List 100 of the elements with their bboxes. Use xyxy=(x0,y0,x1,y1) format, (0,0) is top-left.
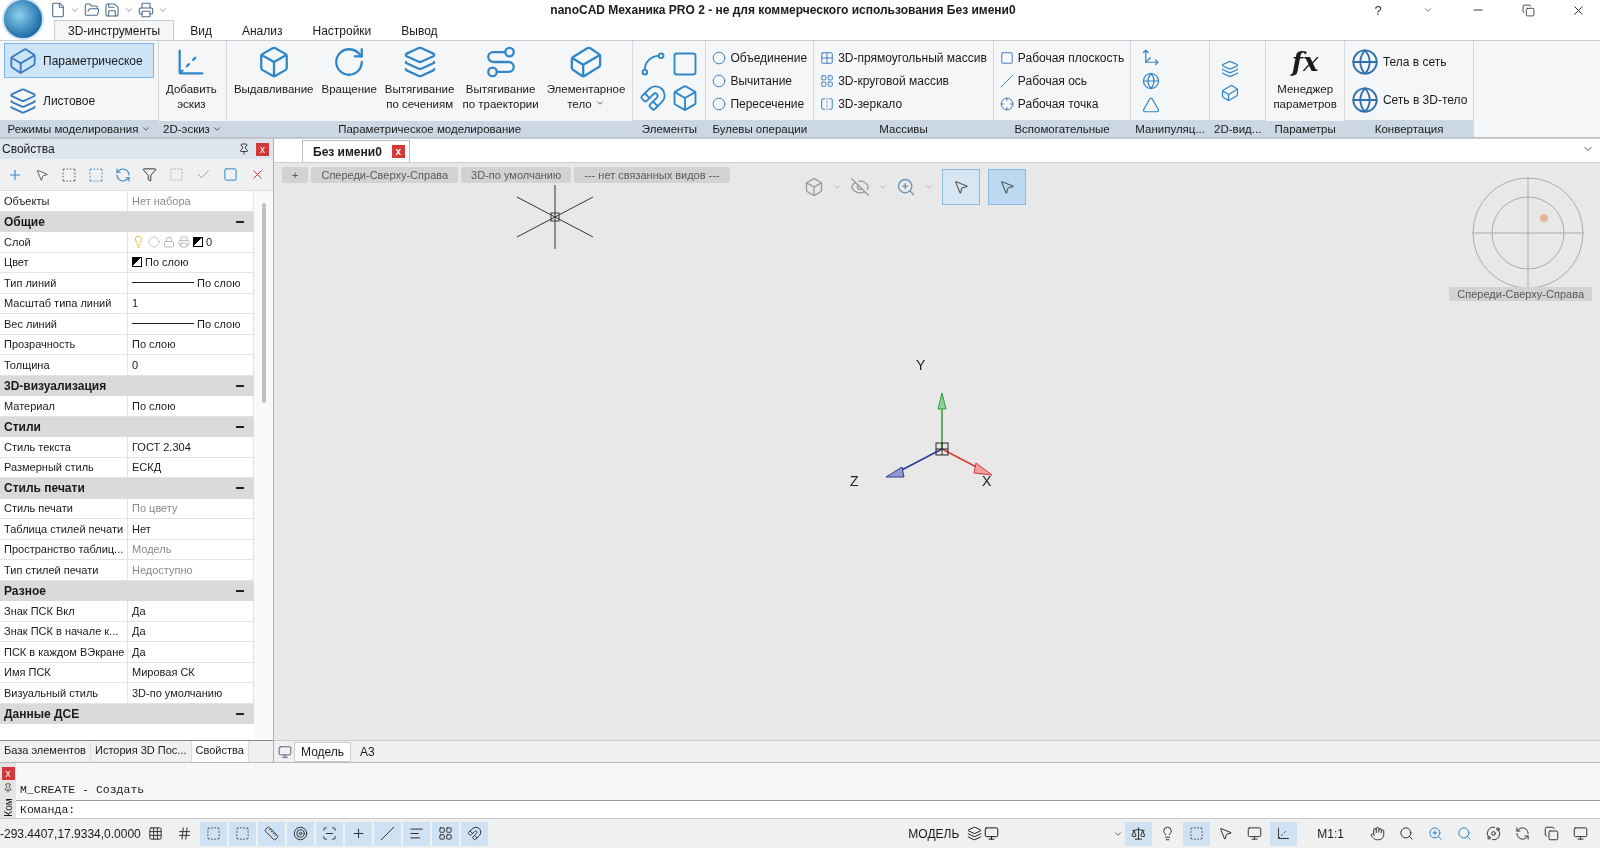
coordinates: -293.4407,17.9334,0.0000 xyxy=(0,826,140,841)
viewport-icon xyxy=(984,826,1000,841)
group-label: Элементы xyxy=(633,120,706,137)
ribbon-button[interactable]: 3D-круговой массив xyxy=(818,71,989,90)
ribbon-button[interactable]: Тела в сеть xyxy=(1348,47,1470,76)
tool-button[interactable] xyxy=(1142,47,1161,66)
ribbon-button[interactable]: Рабочая точка xyxy=(997,94,1127,113)
pin-icon xyxy=(3,783,13,793)
status-toggle[interactable] xyxy=(374,821,401,846)
status-toggle[interactable] xyxy=(1270,821,1298,846)
model-viewport[interactable]: + Спереди-Сверху-Справа 3D-по умолчанию --- нет связанных видов --- Спереди-Сверху-Справа Y Z X xyxy=(274,163,1600,740)
ribbon-button[interactable]: Сеть в 3D-тело xyxy=(1348,85,1470,114)
help-button[interactable]: ? xyxy=(1356,2,1400,18)
dashed-square-icon xyxy=(61,166,78,183)
ribbon-button[interactable]: Вытягивание по сечениям xyxy=(381,43,458,119)
status-toggle[interactable] xyxy=(432,821,459,846)
app-logo[interactable] xyxy=(2,0,44,40)
circles-icon xyxy=(712,73,727,88)
scrollbar-thumb[interactable] xyxy=(261,203,266,403)
status-toggle[interactable] xyxy=(461,821,488,846)
tool-button[interactable] xyxy=(1221,59,1239,78)
status-toggle[interactable] xyxy=(403,821,430,846)
ribbon-button[interactable]: Вытягивание по траектории xyxy=(459,43,542,119)
select-button[interactable] xyxy=(942,169,980,205)
ribbon-button[interactable]: Пересечение xyxy=(710,94,810,113)
ribbon-tab[interactable]: 3D-инструменты xyxy=(54,20,175,40)
property-name: Вес линий xyxy=(0,314,128,334)
status-toggle[interactable] xyxy=(287,821,314,846)
hand-icon xyxy=(1370,826,1385,841)
select-button[interactable] xyxy=(988,169,1026,205)
layout-icon xyxy=(278,744,292,759)
ribbon-button[interactable]: Вращение xyxy=(318,43,380,119)
ribbon-tab[interactable]: Настройки xyxy=(298,20,386,40)
tool-button[interactable] xyxy=(1142,95,1161,114)
ribbon-button[interactable]: Объединение xyxy=(710,48,810,67)
axis-label: X xyxy=(982,473,992,489)
status-toggle[interactable] xyxy=(1125,821,1153,846)
close-button[interactable]: x xyxy=(391,145,405,158)
ribbon-button[interactable]: fx Менеджер параметров xyxy=(1270,43,1340,119)
layout-tab[interactable]: Модель xyxy=(294,741,352,762)
panel-tab[interactable]: Свойства xyxy=(191,741,249,762)
view-chip[interactable]: 3D-по умолчанию xyxy=(461,167,572,183)
ribbon-button[interactable]: Добавить эскиз xyxy=(163,43,220,119)
command-field[interactable]: Команда: xyxy=(16,800,1600,818)
filter-icon xyxy=(142,167,158,182)
scale-label[interactable]: М1:1 xyxy=(1299,826,1362,841)
lock-icon xyxy=(163,235,175,248)
tool-button[interactable] xyxy=(1221,83,1239,102)
globe-icon xyxy=(1350,85,1379,114)
section-header[interactable]: Общие xyxy=(0,211,254,232)
property-name: Толщина xyxy=(0,355,128,375)
ribbon-button[interactable]: 3D-зеркало xyxy=(818,94,989,113)
section-header[interactable]: Разное xyxy=(0,580,254,601)
status-toggle[interactable] xyxy=(316,821,343,846)
mode-icon xyxy=(148,826,163,841)
section-header[interactable]: Стили xyxy=(0,416,254,437)
mode-icon xyxy=(467,826,482,841)
ribbon-tab[interactable]: Анализ xyxy=(227,20,297,40)
section-header[interactable]: 3D-визуализация xyxy=(0,375,254,396)
property-name: Знак ПСК в начале к... xyxy=(0,621,128,641)
ribbon-tab[interactable]: Вид xyxy=(176,20,226,40)
status-toggle[interactable] xyxy=(345,821,372,846)
ribbon-button[interactable]: Выдавливание xyxy=(230,43,317,119)
layout-tab[interactable]: А3 xyxy=(353,741,382,762)
mode-button[interactable]: Листовое xyxy=(4,83,154,118)
bulb-icon xyxy=(132,235,145,249)
view-chip[interactable]: --- нет связанных видов --- xyxy=(574,167,730,183)
ribbon-button[interactable]: Элементарное тело xyxy=(543,43,629,119)
document-tab[interactable]: Без имени0 x xyxy=(302,140,410,162)
status-toggle[interactable] xyxy=(1183,821,1211,846)
mode-button[interactable]: Параметрическое xyxy=(4,43,154,78)
new-file-icon xyxy=(50,2,66,18)
ribbon-button[interactable]: Рабочая ось xyxy=(997,71,1127,90)
ribbon-button[interactable]: 3D-прямоугольный массив xyxy=(818,48,989,67)
panel-title: Свойства xyxy=(2,142,56,156)
close-button[interactable]: x xyxy=(256,142,269,156)
space-label[interactable]: МОДЕЛЬ xyxy=(902,826,966,841)
ribbon-button[interactable]: Вычитание xyxy=(710,71,810,90)
tool-button[interactable] xyxy=(1142,71,1161,90)
view-chip[interactable]: + xyxy=(282,167,309,183)
ribbon-button[interactable]: Рабочая плоскость xyxy=(997,48,1127,67)
status-toggle[interactable] xyxy=(200,821,227,846)
ribbon-tab[interactable]: Вывод xyxy=(387,20,452,40)
group-label: Конвертация xyxy=(1344,120,1474,137)
property-name: Объекты xyxy=(0,191,128,211)
close-button[interactable]: x xyxy=(1,767,15,780)
section-header[interactable]: Стиль печати xyxy=(0,478,254,499)
property-value[interactable]: 0 xyxy=(128,232,254,252)
refresh-icon xyxy=(1515,826,1530,841)
section-header[interactable]: Данные ДСЕ xyxy=(0,703,254,724)
search-icon xyxy=(1399,826,1414,841)
view-chip[interactable]: Спереди-Сверху-Справа xyxy=(311,167,459,183)
mode-icon xyxy=(1276,826,1292,841)
eye-off-icon xyxy=(850,177,870,197)
status-toggle[interactable] xyxy=(258,821,285,846)
group-label: Булевы операции xyxy=(706,120,814,137)
move-icon xyxy=(1142,47,1161,66)
status-toggle[interactable] xyxy=(229,821,256,846)
select-icon xyxy=(88,166,105,183)
circles-icon xyxy=(712,96,727,111)
